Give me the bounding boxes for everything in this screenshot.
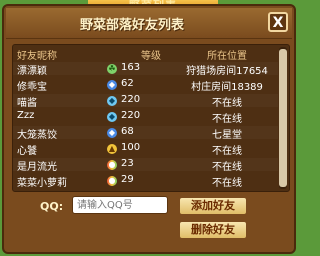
- table-row[interactable]: 漂漂颖 ☘ 163 狩猎场房间17654: [13, 62, 278, 77]
- yellow-arrow-icon: ▲: [107, 144, 117, 154]
- close-icon: X: [272, 15, 284, 31]
- friend-location: 不在线: [212, 98, 242, 109]
- friend-level: ● 29: [107, 174, 134, 186]
- friend-list-dialog: 野菜部落好友列表 X 好友昵称 等级 所在位置 漂漂颖 ☘ 163 狩猎场房间17…: [2, 4, 296, 254]
- qq-label: QQ:: [40, 200, 64, 213]
- friend-name: 喵酱: [17, 98, 37, 109]
- friend-name: 修乖宝: [17, 82, 47, 93]
- delete-friend-button[interactable]: 删除好友: [178, 220, 248, 240]
- friend-level: ◆ 62: [107, 78, 134, 90]
- friend-name: 菜菜小萝莉: [17, 178, 67, 189]
- column-header-name: 好友昵称: [17, 51, 57, 62]
- friend-name: Zzz: [17, 110, 35, 121]
- friend-rows: 漂漂颖 ☘ 163 狩猎场房间17654 修乖宝 ◆ 62 村庄房间18389 喵酱…: [13, 62, 278, 190]
- friend-level: ☘ 163: [107, 62, 141, 74]
- scrollbar-thumb[interactable]: [279, 49, 287, 187]
- dialog-title: 野菜部落好友列表: [79, 18, 184, 33]
- dialog-titlebar: 野菜部落好友列表 X: [6, 8, 292, 39]
- blue-badge-icon: ◆: [107, 128, 117, 138]
- table-row[interactable]: 心饕 ▲ 100 不在线: [13, 142, 278, 157]
- friend-location: 狩猎场房间17654: [186, 66, 268, 77]
- table-row[interactable]: 菜菜小萝莉 ● 29 不在线: [13, 174, 278, 189]
- green-leaf-icon: ☘: [107, 64, 117, 74]
- table-row[interactable]: 大笼蒸饺 ◆ 68 七星堂: [13, 126, 278, 141]
- friend-level: ▲ 100: [107, 142, 141, 154]
- friend-name: 心饕: [17, 146, 37, 157]
- cyan-badge-icon: ◆: [107, 112, 117, 122]
- friend-level: ◆ 220: [107, 110, 141, 122]
- friend-list-panel: 好友昵称 等级 所在位置 漂漂颖 ☘ 163 狩猎场房间17654 修乖宝 ◆ 62…: [12, 44, 290, 192]
- add-friend-button[interactable]: 添加好友: [178, 196, 248, 216]
- table-row[interactable]: Zzz ◆ 220 不在线: [13, 110, 278, 125]
- table-row[interactable]: 喵酱 ◆ 220 不在线: [13, 94, 278, 109]
- friend-location: 七星堂: [212, 130, 242, 141]
- friend-name: 漂漂颖: [17, 66, 47, 77]
- friend-location: 不在线: [212, 178, 242, 189]
- table-row[interactable]: 是月流光 ● 23 不在线: [13, 158, 278, 173]
- cyan-badge-icon: ◆: [107, 96, 117, 106]
- friend-name: 是月流光: [17, 162, 57, 173]
- close-button[interactable]: X: [268, 12, 288, 32]
- multi-badge-icon: ●: [107, 160, 117, 170]
- friend-location: 村庄房间18389: [191, 82, 263, 93]
- friend-location: 不在线: [212, 162, 242, 173]
- friend-name: 大笼蒸饺: [17, 130, 57, 141]
- friend-level: ● 23: [107, 158, 134, 170]
- list-scrollbar[interactable]: [279, 47, 287, 189]
- multi-badge-icon: ●: [107, 176, 117, 186]
- column-header-location: 所在位置: [207, 51, 247, 62]
- friend-location: 不在线: [212, 146, 242, 157]
- friend-level: ◆ 220: [107, 94, 141, 106]
- friend-location: 不在线: [212, 114, 242, 125]
- qq-input[interactable]: [72, 196, 168, 214]
- blue-badge-icon: ◆: [107, 80, 117, 90]
- friend-level: ◆ 68: [107, 126, 134, 138]
- table-row[interactable]: 修乖宝 ◆ 62 村庄房间18389: [13, 78, 278, 93]
